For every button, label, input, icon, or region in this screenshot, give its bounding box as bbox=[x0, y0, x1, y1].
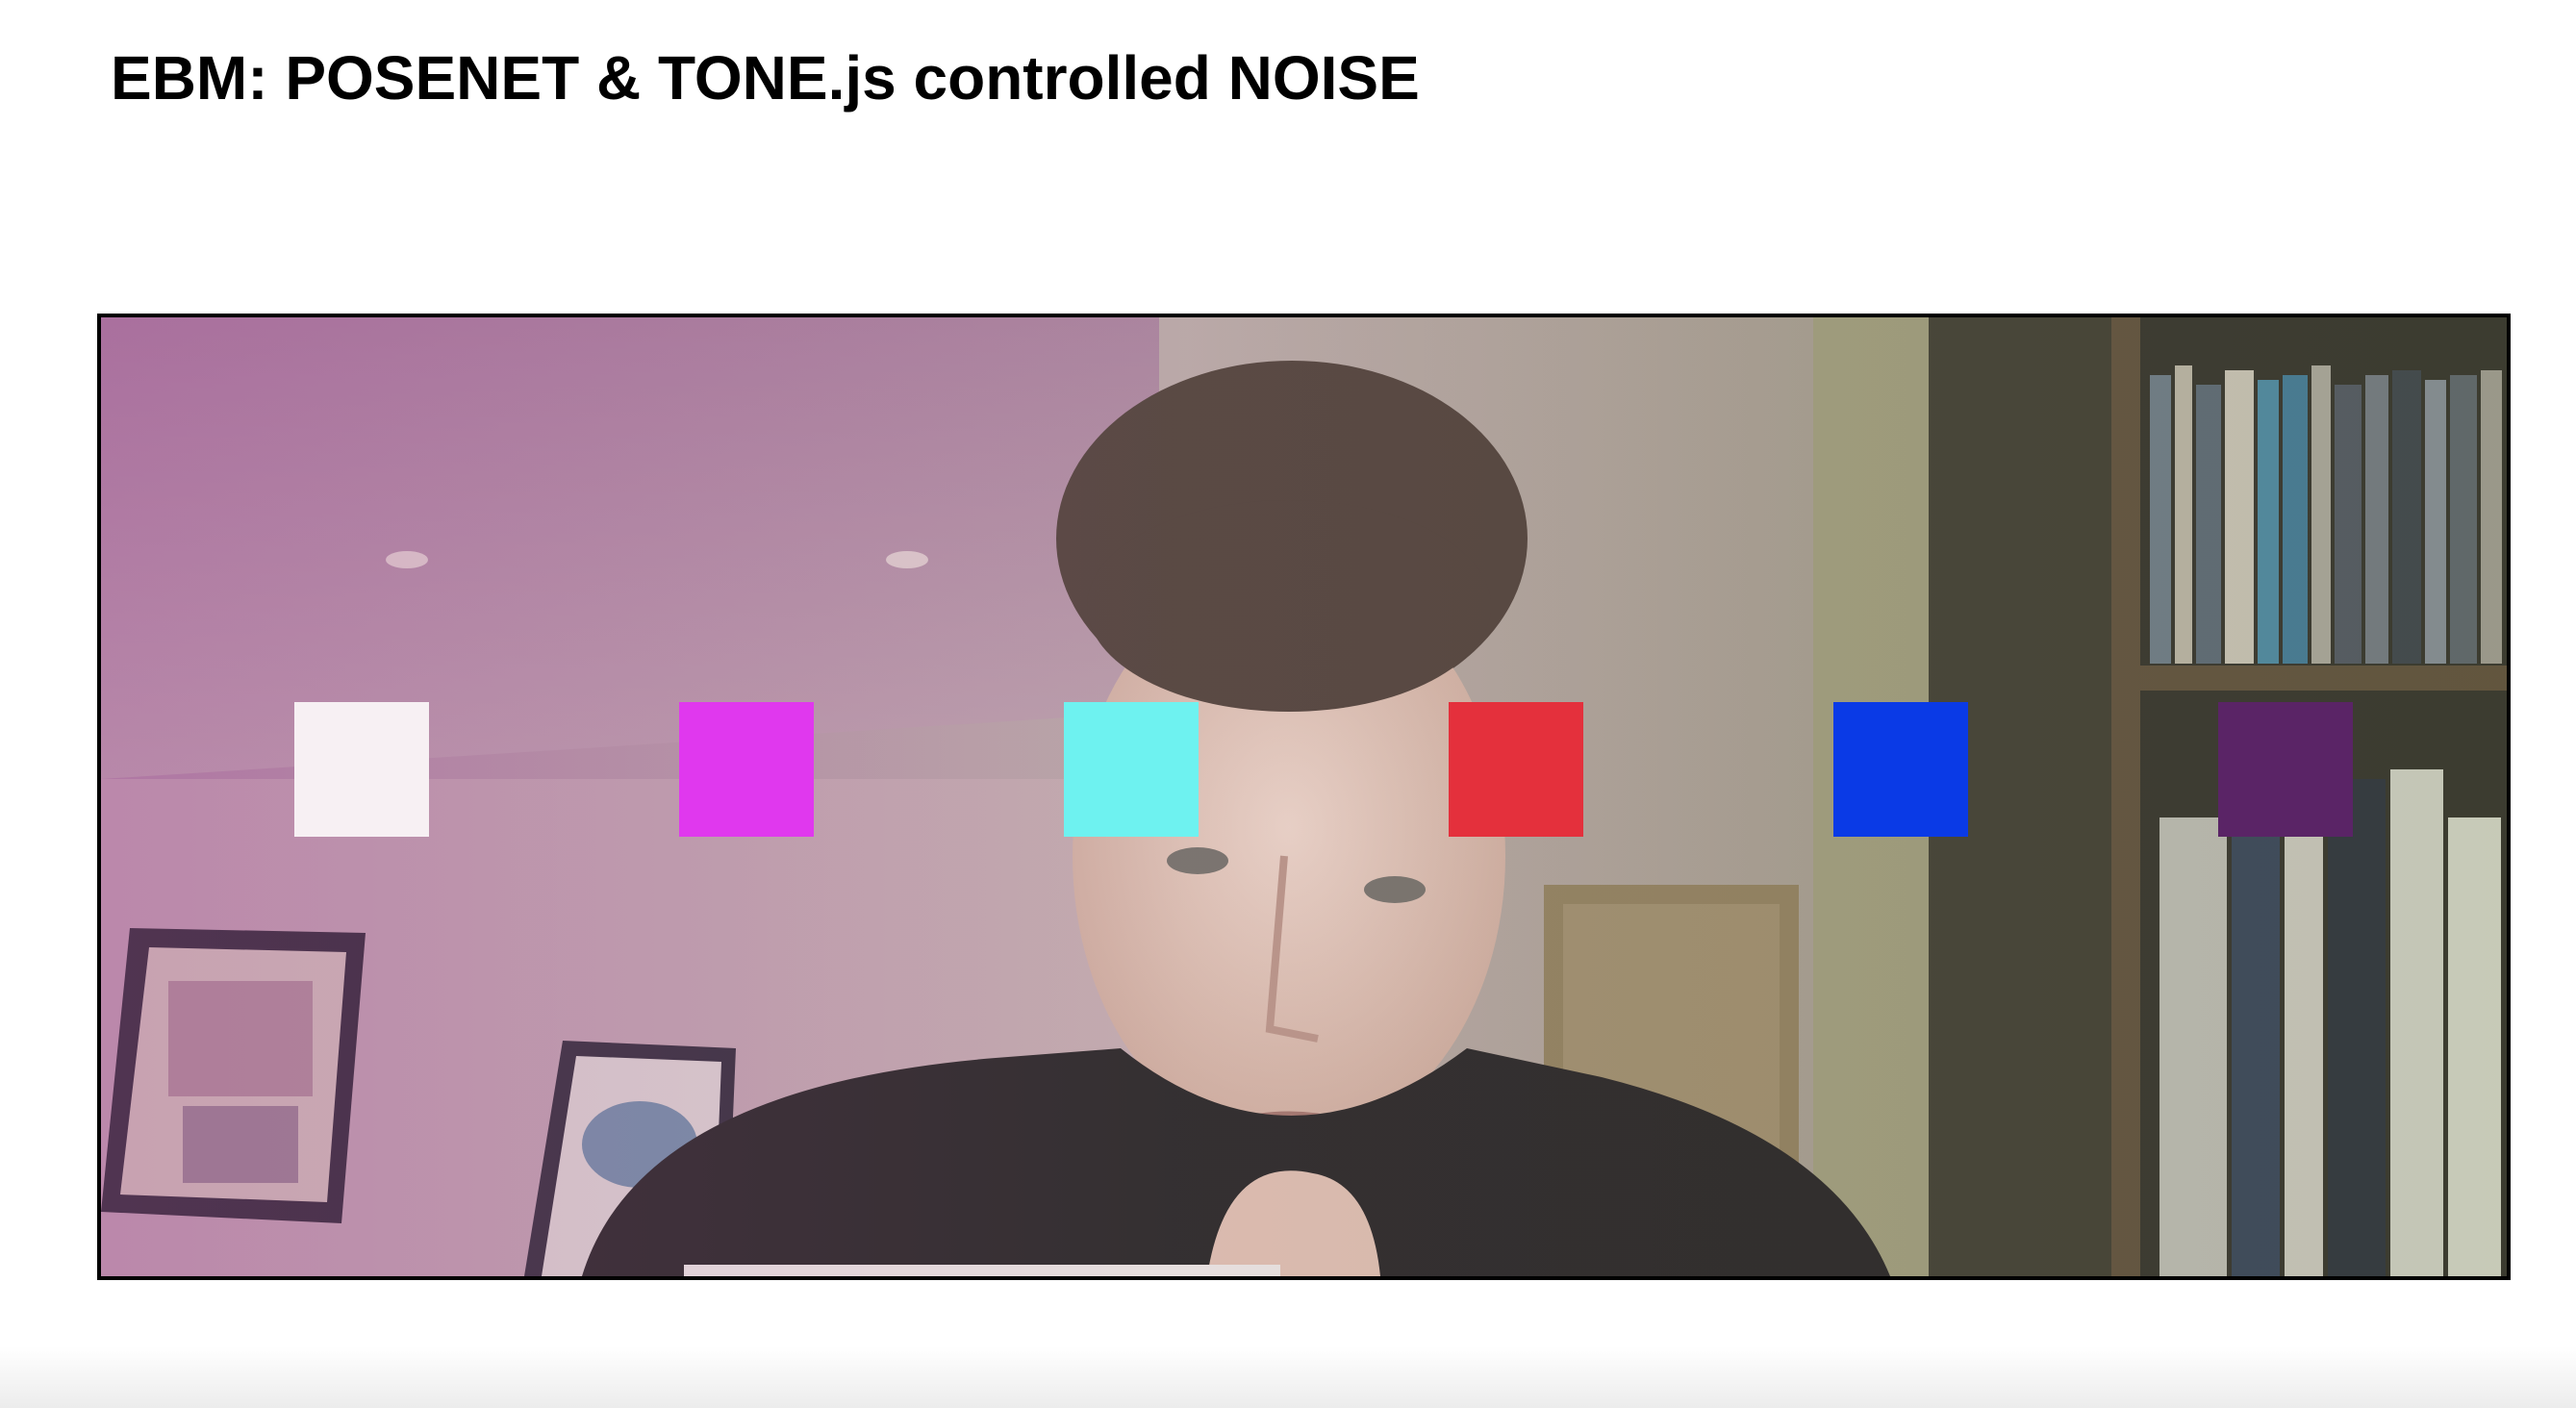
page-title: EBM: POSENET & TONE.js controlled NOISE bbox=[111, 43, 1420, 113]
pad-magenta[interactable] bbox=[679, 702, 814, 837]
pad-blue[interactable] bbox=[1833, 702, 1968, 837]
pad-white[interactable] bbox=[294, 702, 429, 837]
webcam-canvas[interactable] bbox=[97, 314, 2511, 1280]
pad-cyan[interactable] bbox=[1064, 702, 1199, 837]
pad-red[interactable] bbox=[1449, 702, 1583, 837]
window-bottom-edge bbox=[0, 1346, 2576, 1408]
page: EBM: POSENET & TONE.js controlled NOISE bbox=[0, 0, 2576, 1408]
pad-purple[interactable] bbox=[2218, 702, 2353, 837]
webcam-video-feed bbox=[101, 317, 2507, 1276]
